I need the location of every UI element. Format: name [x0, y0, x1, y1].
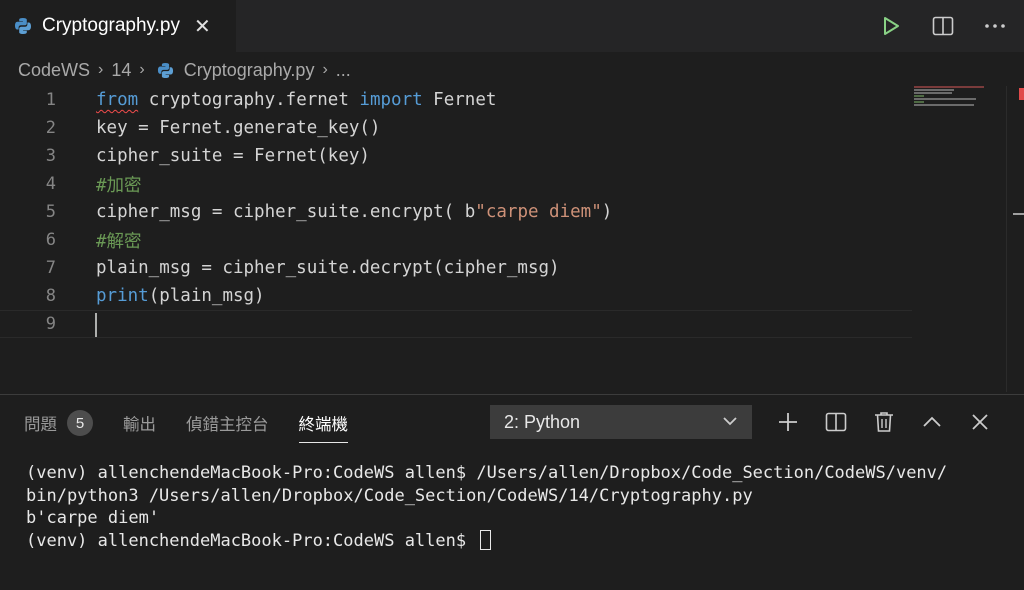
- close-panel-icon[interactable]: [968, 410, 992, 434]
- code-token: cipher_suite = Fernet(key): [96, 146, 370, 166]
- run-icon[interactable]: [878, 13, 904, 39]
- split-terminal-icon[interactable]: [824, 410, 848, 434]
- line-number: 9: [45, 314, 56, 334]
- python-icon: [157, 62, 173, 78]
- code-token: #解密: [96, 231, 142, 252]
- error-marker: [1019, 88, 1024, 100]
- terminal-line: b'carpe diem': [26, 508, 160, 528]
- terminal-prompt: (venv) allenchendeMacBook-Pro:CodeWS all…: [26, 530, 477, 551]
- tab-label: 問題: [24, 416, 57, 434]
- code-line[interactable]: 4 #加密: [0, 170, 912, 198]
- code-token: (plain_msg): [148, 286, 265, 306]
- code-line[interactable]: 9: [0, 310, 912, 338]
- line-number: 4: [45, 174, 56, 194]
- breadcrumb: CodeWS › 14 › Cryptography.py › ...: [18, 56, 351, 84]
- line-number: 6: [45, 230, 56, 250]
- code-text: print(plain_msg): [96, 286, 265, 306]
- breadcrumb-item-14[interactable]: 14: [111, 60, 131, 81]
- code-token: Fernet: [422, 90, 497, 110]
- terminal-prompt-line: (venv) allenchendeMacBook-Pro:CodeWS all…: [26, 529, 1006, 553]
- code-text: #解密: [96, 228, 142, 253]
- minimap[interactable]: [914, 86, 1006, 108]
- tab-terminal[interactable]: 終端機: [298, 407, 349, 443]
- python-icon: [15, 18, 31, 34]
- line-number: 1: [45, 90, 56, 110]
- tab-label: 偵錯主控台: [186, 416, 269, 434]
- code-line[interactable]: 8 print(plain_msg): [0, 282, 912, 310]
- breadcrumb-item-symbols[interactable]: ...: [336, 60, 351, 81]
- more-icon[interactable]: [982, 13, 1008, 39]
- code-line[interactable]: 6 #解密: [0, 226, 912, 254]
- chevron-right-icon: ›: [98, 61, 104, 78]
- code-text: cipher_msg = cipher_suite.encrypt( b"car…: [96, 202, 612, 222]
- trash-icon[interactable]: [872, 410, 896, 434]
- code-line[interactable]: 2 key = Fernet.generate_key(): [0, 114, 912, 142]
- code-line[interactable]: 1 from cryptography.fernet import Fernet: [0, 86, 912, 114]
- code-token: ): [601, 202, 613, 222]
- editor-tab-bar: Cryptography.py ✕: [0, 0, 1024, 52]
- code-token: key = Fernet.generate_key(): [96, 118, 381, 138]
- code-line[interactable]: 3 cipher_suite = Fernet(key): [0, 142, 912, 170]
- code-editor[interactable]: 1 from cryptography.fernet import Fernet 2…: [0, 86, 1024, 392]
- terminal-cursor: [480, 529, 492, 550]
- tab-label: 終端機: [298, 416, 349, 434]
- code-token: cryptography.fernet: [138, 90, 360, 110]
- code-token: print: [96, 286, 149, 306]
- code-text: from cryptography.fernet import Fernet: [96, 90, 496, 110]
- code-text: cipher_suite = Fernet(key): [96, 146, 370, 166]
- terminal-line: (venv) allenchendeMacBook-Pro:CodeWS all…: [26, 463, 948, 483]
- chevron-right-icon: ›: [139, 61, 145, 78]
- text-cursor: [95, 313, 97, 337]
- problems-count-badge: 5: [67, 410, 93, 436]
- line-number: 3: [45, 146, 56, 166]
- terminal-select-value: 2: Python: [504, 411, 581, 432]
- chevron-down-icon: [723, 417, 737, 426]
- tab-output[interactable]: 輸出: [123, 407, 156, 439]
- terminal-line: bin/python3 /Users/allen/Dropbox/Code_Se…: [26, 485, 753, 506]
- line-number: 7: [45, 258, 56, 278]
- tab-debug-console[interactable]: 偵錯主控台: [186, 407, 269, 439]
- line-number: 5: [45, 202, 56, 222]
- line-number: 8: [45, 286, 56, 306]
- breadcrumb-item-codews[interactable]: CodeWS: [18, 60, 90, 81]
- terminal-output[interactable]: (venv) allenchendeMacBook-Pro:CodeWS all…: [26, 462, 1006, 552]
- code-text: plain_msg = cipher_suite.decrypt(cipher_…: [96, 258, 560, 278]
- line-number: 2: [45, 118, 56, 138]
- code-token: #加密: [96, 175, 142, 196]
- code-token: from: [96, 90, 139, 110]
- close-icon[interactable]: ✕: [194, 14, 211, 39]
- breadcrumb-item-file[interactable]: Cryptography.py: [184, 60, 315, 81]
- code-text: #加密: [96, 172, 142, 197]
- plus-icon[interactable]: [776, 410, 800, 434]
- code-token: "carpe diem": [475, 202, 602, 222]
- editor-scrollbar[interactable]: [1006, 86, 1024, 392]
- editor-tab-cryptography[interactable]: Cryptography.py ✕: [0, 0, 236, 52]
- panel-tabs: 問題 5 輸出 偵錯主控台 終端機: [24, 407, 349, 443]
- tab-problems[interactable]: 問題 5: [24, 407, 93, 439]
- code-token: cipher_msg = cipher_suite.encrypt( b: [96, 202, 476, 222]
- code-line[interactable]: 5 cipher_msg = cipher_suite.encrypt( b"ca…: [0, 198, 912, 226]
- tab-label: 輸出: [123, 416, 156, 434]
- tab-filename: Cryptography.py: [42, 15, 180, 36]
- split-editor-icon[interactable]: [930, 13, 956, 39]
- chevron-right-icon: ›: [322, 61, 328, 78]
- code-token: plain_msg = cipher_suite.decrypt(cipher_…: [96, 258, 560, 278]
- code-token: import: [359, 90, 423, 110]
- bottom-panel: 問題 5 輸出 偵錯主控台 終端機 2: Python (venv) allen…: [0, 394, 1024, 590]
- terminal-select[interactable]: 2: Python: [490, 405, 752, 439]
- code-line[interactable]: 7 plain_msg = cipher_suite.decrypt(cipher…: [0, 254, 912, 282]
- code-text: key = Fernet.generate_key(): [96, 118, 380, 138]
- chevron-up-icon[interactable]: [920, 410, 944, 434]
- cursor-position-marker: [1013, 213, 1024, 215]
